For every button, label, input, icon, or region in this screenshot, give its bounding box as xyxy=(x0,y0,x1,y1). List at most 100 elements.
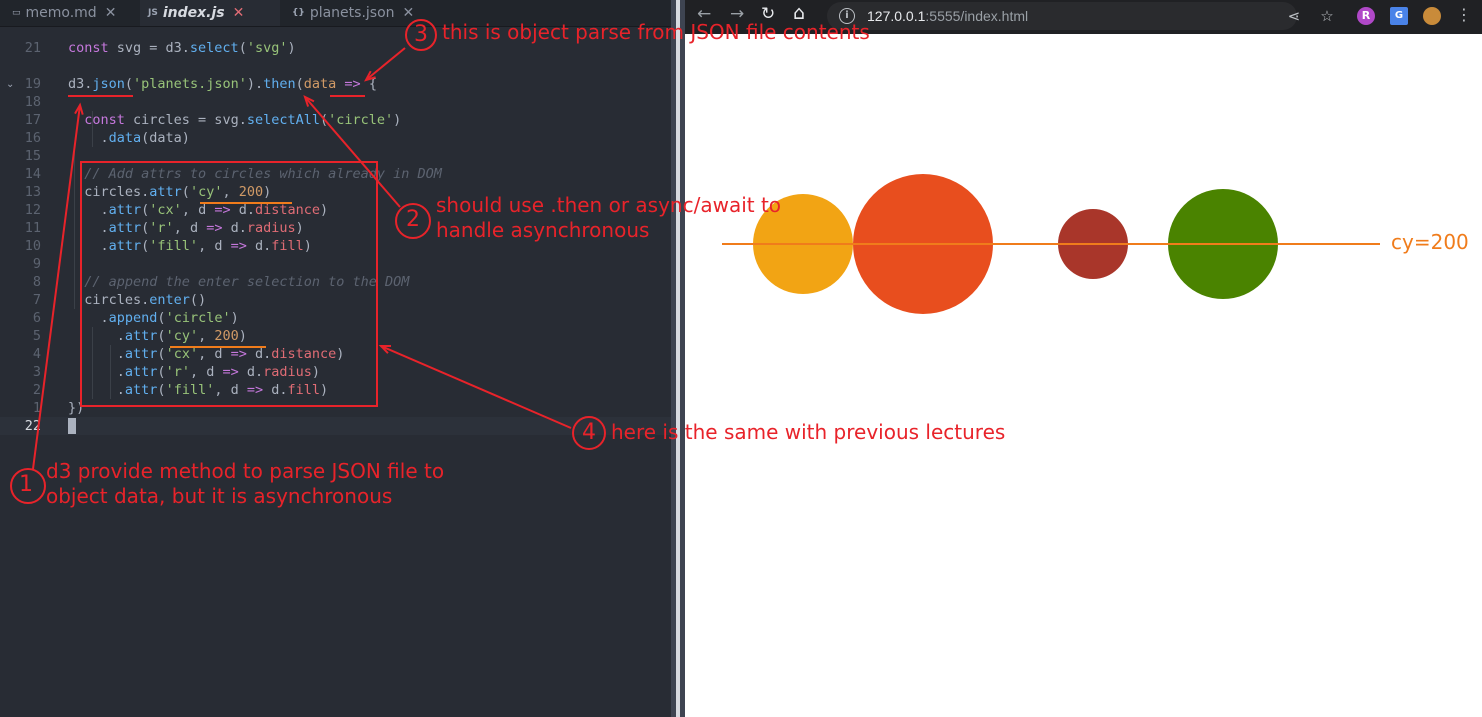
code-line[interactable]: 18 xyxy=(0,93,671,111)
code-text[interactable]: circles.enter() xyxy=(68,291,206,309)
code-line[interactable]: 22 xyxy=(0,417,671,435)
close-icon[interactable]: ✕ xyxy=(233,5,245,21)
code-line[interactable]: 5 .attr('cy', 200) xyxy=(0,327,671,345)
line-number: 22 xyxy=(24,418,41,434)
tab-label: index.js xyxy=(162,5,225,21)
cy-label: cy=200 xyxy=(1391,230,1469,254)
annotation-3-line-1: this is object parse from JSON file cont… xyxy=(442,20,870,44)
annotation-4-badge: 4 xyxy=(582,420,596,445)
code-text[interactable]: circles.attr('cy', 200) xyxy=(68,183,271,201)
close-icon[interactable]: ✕ xyxy=(105,5,117,21)
code-text[interactable]: .attr('cy', 200) xyxy=(68,327,247,345)
annotation-2-line-2: handle asynchronous xyxy=(436,218,650,242)
url-host: 127.0.0.1 xyxy=(867,8,926,24)
url-path: :5555/index.html xyxy=(925,8,1029,24)
planets-svg xyxy=(722,174,1380,314)
code-line[interactable]: 1}) xyxy=(0,399,671,417)
code-line[interactable]: 6 .append('circle') xyxy=(0,309,671,327)
annotation-1-line-1: d3 provide method to parse JSON file to xyxy=(46,459,445,483)
line-number: 11 xyxy=(24,220,41,236)
line-number: 8 xyxy=(32,274,41,290)
tab-planets-json[interactable]: {} planets.json ✕ xyxy=(292,0,462,26)
translate-icon[interactable]: G xyxy=(1390,7,1408,25)
code-text[interactable]: // Add attrs to circles which already in… xyxy=(68,165,442,183)
annotation-1-badge: 1 xyxy=(19,472,33,497)
line-number: 21 xyxy=(24,40,41,56)
code-text[interactable] xyxy=(68,417,76,435)
indent-guide xyxy=(110,345,111,399)
line-number: 1 xyxy=(32,400,41,416)
code-line[interactable]: 9 xyxy=(0,255,671,273)
line-number: 18 xyxy=(24,94,41,110)
annotation-1-line-2: object data, but it is asynchronous xyxy=(46,484,393,508)
fold-chevron-icon[interactable]: ⌄ xyxy=(6,79,14,90)
line-number: 9 xyxy=(32,256,41,272)
cookie-icon[interactable] xyxy=(1423,7,1441,25)
annotation-2-badge: 2 xyxy=(406,207,420,232)
line-number: 2 xyxy=(32,382,41,398)
line-number: 3 xyxy=(32,364,41,380)
js-file-icon: JS xyxy=(148,8,158,18)
code-line[interactable]: 8 // append the enter selection to the D… xyxy=(0,273,671,291)
code-text[interactable]: .attr('r', d => d.radius) xyxy=(68,363,320,381)
indent-guide xyxy=(74,147,75,309)
line-number: 6 xyxy=(32,310,41,326)
line-number: 16 xyxy=(24,130,41,146)
annotation-4-line-1: here is the same with previous lectures xyxy=(611,420,1006,444)
line-number: 17 xyxy=(24,112,41,128)
code-text[interactable]: .attr('r', d => d.radius) xyxy=(68,219,304,237)
menu-icon[interactable]: ⋮ xyxy=(1455,7,1473,25)
code-editor-pane[interactable]: ▭ memo.md ✕ JS index.js ✕ {} planets.jso… xyxy=(0,0,671,717)
code-line[interactable]: 2 .attr('fill', d => d.fill) xyxy=(0,381,671,399)
star-icon[interactable]: ☆ xyxy=(1318,7,1336,25)
code-line[interactable]: 16 .data(data) xyxy=(0,129,671,147)
line-number: 14 xyxy=(24,166,41,182)
scrollbar-thumb[interactable] xyxy=(676,0,680,717)
code-text[interactable]: const circles = svg.selectAll('circle') xyxy=(68,111,401,129)
code-text[interactable]: .attr('fill', d => d.fill) xyxy=(68,381,328,399)
code-line[interactable] xyxy=(0,57,671,75)
pane-divider[interactable] xyxy=(671,0,685,717)
indent-guide xyxy=(92,111,93,147)
line-number: 5 xyxy=(32,328,41,344)
code-text[interactable]: .attr('cx', d => d.distance) xyxy=(68,201,329,219)
tab-index-js[interactable]: JS index.js ✕ xyxy=(140,0,280,26)
line-number: 12 xyxy=(24,202,41,218)
code-text[interactable]: d3.json('planets.json').then(data => { xyxy=(68,75,377,93)
line-number: 10 xyxy=(24,238,41,254)
code-text[interactable]: .append('circle') xyxy=(68,309,239,327)
share-icon[interactable]: ⋖ xyxy=(1285,7,1303,25)
address-bar[interactable]: i 127.0.0.1:5555/index.html xyxy=(827,2,1297,30)
json-file-icon: {} xyxy=(292,8,305,18)
line-number: 7 xyxy=(32,292,41,308)
annotation-1-text: d3 provide method to parse JSON file to … xyxy=(46,459,444,509)
annotation-2-text: should use .then or async/await to handl… xyxy=(436,193,781,243)
code-line[interactable]: 7 circles.enter() xyxy=(0,291,671,309)
url-text[interactable]: 127.0.0.1:5555/index.html xyxy=(867,8,1028,24)
extension-r-icon[interactable]: R xyxy=(1357,7,1375,25)
line-number: 15 xyxy=(24,148,41,164)
code-line[interactable]: 14 // Add attrs to circles which already… xyxy=(0,165,671,183)
tab-label: planets.json xyxy=(309,5,395,21)
code-text[interactable]: const svg = d3.select('svg') xyxy=(68,39,296,57)
indent-guide xyxy=(92,327,93,399)
annotation-4-text: here is the same with previous lectures xyxy=(611,420,1005,445)
code-text[interactable]: }) xyxy=(68,399,84,417)
code-line[interactable]: 4 .attr('cx', d => d.distance) xyxy=(0,345,671,363)
annotation-3-text: this is object parse from JSON file cont… xyxy=(442,20,870,45)
code-line[interactable]: 15 xyxy=(0,147,671,165)
code-text[interactable]: // append the enter selection to the DOM xyxy=(68,273,409,291)
annotation-3-badge: 3 xyxy=(414,22,428,47)
annotation-2-line-1: should use .then or async/await to xyxy=(436,193,782,217)
code-line[interactable]: 17 const circles = svg.selectAll('circle… xyxy=(0,111,671,129)
code-line[interactable]: 3 .attr('r', d => d.radius) xyxy=(0,363,671,381)
tab-label: memo.md xyxy=(25,5,97,21)
line-number: 13 xyxy=(24,184,41,200)
close-icon[interactable]: ✕ xyxy=(403,5,415,21)
code-text[interactable]: .attr('fill', d => d.fill) xyxy=(68,237,312,255)
md-file-icon: ▭ xyxy=(12,8,21,18)
code-line[interactable]: 19 d3.json('planets.json').then(data => { xyxy=(0,75,671,93)
browser-window: ← → ↻ ⌂ i 127.0.0.1:5555/index.html ⋖ ☆ … xyxy=(685,0,1482,717)
code-text[interactable]: .data(data) xyxy=(68,129,190,147)
tab-memo-md[interactable]: ▭ memo.md ✕ xyxy=(12,0,140,26)
